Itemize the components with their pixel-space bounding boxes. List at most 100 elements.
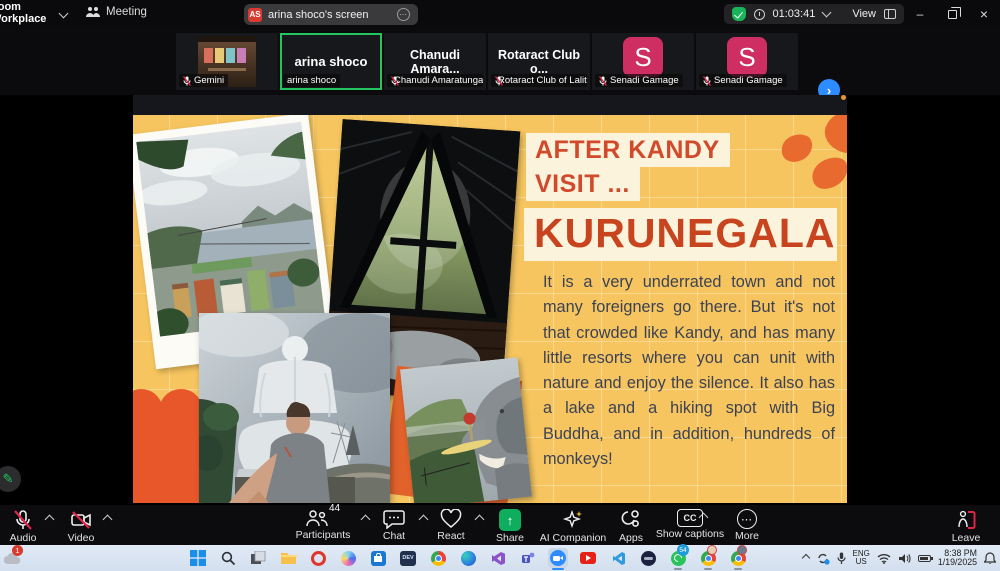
taskbar-chrome[interactable]	[428, 548, 448, 568]
taskbar-chrome-profile-2[interactable]	[728, 548, 748, 568]
security-shield-icon[interactable]	[732, 7, 746, 21]
video-tile-arina-shoco[interactable]: arina shoco arina shoco	[280, 33, 382, 90]
shared-screen-label: arina shoco's screen	[268, 9, 369, 21]
audio-button[interactable]: Audio	[2, 509, 44, 544]
taskbar-vscode[interactable]	[608, 548, 628, 568]
dev-home-icon: DEV	[400, 551, 416, 566]
react-options-chevron[interactable]	[475, 515, 485, 525]
annotate-button[interactable]: ✎	[0, 466, 21, 492]
tab-meeting[interactable]: Meeting	[86, 6, 147, 18]
chat-button[interactable]: Chat	[372, 509, 416, 542]
windows-logo-icon	[190, 550, 206, 566]
close-button[interactable]: ×	[968, 0, 1000, 28]
video-tile-senadi-2[interactable]: S Senadi Gamage	[696, 33, 798, 90]
slide-corner-dot	[841, 95, 846, 100]
pencil-icon: ✎	[3, 471, 14, 487]
participants-icon	[306, 509, 328, 528]
zoom-meeting-window: Zoom Workplace Meeting AS arina shoco's …	[0, 0, 1000, 571]
taskbar-file-explorer[interactable]	[278, 548, 298, 568]
chat-options-chevron[interactable]	[419, 515, 429, 525]
taskbar-teams[interactable]	[518, 548, 538, 568]
notification-badge: 1	[12, 545, 23, 556]
meeting-toolbar: Audio Video 44 Participants	[0, 505, 1000, 545]
avatar: S	[623, 37, 663, 77]
vscode-icon	[611, 551, 626, 566]
photo-elephant-statue	[400, 357, 532, 503]
taskbar-chrome-profile-1[interactable]	[698, 548, 718, 568]
video-tile-gemini[interactable]: Gemini	[176, 33, 278, 90]
captions-button[interactable]: CC Show captions	[654, 509, 726, 540]
participants-button[interactable]: 44 Participants	[292, 509, 354, 541]
leave-button[interactable]: Leave	[944, 509, 988, 544]
tray-mic-icon[interactable]	[837, 552, 846, 565]
profile-badge	[707, 545, 717, 555]
share-button[interactable]: ↑ Share	[488, 509, 532, 544]
audio-options-chevron[interactable]	[45, 515, 55, 525]
photo-buddha-selfie	[199, 313, 390, 503]
minimize-button[interactable]: –	[904, 0, 936, 28]
taskbar-start-button[interactable]	[188, 548, 208, 568]
window-controls: – ×	[904, 0, 1000, 28]
sync-icon[interactable]	[816, 552, 830, 565]
meeting-status-cluster: 01:03:41 View	[724, 4, 904, 24]
video-button[interactable]: Video	[60, 509, 102, 544]
taskbar-notification-widget[interactable]: 1	[2, 548, 22, 568]
meeting-timer: 01:03:41	[773, 8, 816, 20]
participant-name: Gemini	[194, 75, 224, 86]
system-tray: ENG US 8:38 PM 1/19/2025	[803, 545, 996, 571]
tray-expand-chevron[interactable]	[801, 554, 809, 562]
wifi-icon[interactable]	[877, 553, 891, 564]
taskbar-visual-studio[interactable]	[488, 548, 508, 568]
opera-icon	[311, 551, 326, 566]
taskbar-microsoft-store[interactable]	[368, 548, 388, 568]
decor-blob	[820, 115, 847, 160]
slide-title: KURUNEGALA	[534, 212, 829, 255]
participants-options-chevron[interactable]	[361, 515, 371, 525]
more-options-icon[interactable]: ⋯	[397, 8, 410, 21]
video-tile-chanudi[interactable]: Chanudi Amara... Chanudi Amaratunga	[384, 33, 486, 90]
muted-mic-icon	[599, 76, 607, 86]
shared-screen-pill[interactable]: AS arina shoco's screen ⋯	[244, 4, 418, 25]
slide-kicker: AFTER KANDY VISIT ...	[526, 133, 730, 201]
windows-taskbar: 1 DEV	[0, 545, 1000, 571]
meeting-tab-label: Meeting	[106, 6, 147, 18]
taskbar-whatsapp[interactable]: 54	[668, 548, 688, 568]
apps-button[interactable]: Apps	[611, 509, 651, 544]
video-tile-senadi-1[interactable]: S Senadi Gamage	[592, 33, 694, 90]
clock-date[interactable]: 8:38 PM 1/19/2025	[938, 549, 977, 568]
react-button[interactable]: React	[429, 509, 473, 542]
restore-icon	[948, 10, 957, 19]
tray-date: 1/19/2025	[938, 558, 977, 568]
restore-button[interactable]	[936, 0, 968, 28]
participants-count: 44	[329, 503, 340, 514]
title-bar: Zoom Workplace Meeting AS arina shoco's …	[0, 0, 1000, 28]
notification-bell-icon[interactable]	[984, 552, 996, 565]
taskbar-opera[interactable]	[308, 548, 328, 568]
taskbar-dark-app[interactable]	[638, 548, 658, 568]
decor-scallop-shape	[133, 411, 205, 503]
view-layout-icon[interactable]	[884, 9, 896, 19]
taskbar-dev-home[interactable]: DEV	[398, 548, 418, 568]
kicker-line-2: VISIT ...	[526, 167, 640, 201]
slide-title-box: KURUNEGALA	[524, 208, 837, 261]
video-tile-rotaract[interactable]: Rotaract Club o... Rotaract Club of Lali…	[488, 33, 590, 90]
search-icon	[221, 551, 236, 566]
speaker-icon[interactable]	[898, 553, 911, 564]
taskbar-search-button[interactable]	[218, 548, 238, 568]
profile-badge	[737, 545, 747, 555]
participant-name: Rotaract Club of Lalitp..	[498, 75, 587, 86]
battery-icon[interactable]	[918, 555, 931, 562]
view-button-label[interactable]: View	[852, 8, 876, 20]
more-button[interactable]: ⋯ More	[727, 509, 767, 542]
taskbar-youtube[interactable]	[578, 548, 598, 568]
taskbar-zoom-active[interactable]	[548, 548, 568, 568]
video-options-chevron[interactable]	[103, 515, 113, 525]
more-dots-icon: ⋯	[737, 509, 757, 529]
taskbar-task-view-button[interactable]	[248, 548, 268, 568]
copilot-icon	[341, 551, 356, 566]
ai-companion-button[interactable]: AI Companion	[533, 509, 613, 544]
taskbar-copilot[interactable]	[338, 548, 358, 568]
language-indicator[interactable]: ENG US	[853, 550, 870, 567]
taskbar-edge[interactable]	[458, 548, 478, 568]
chevron-down-icon[interactable]	[822, 8, 832, 18]
